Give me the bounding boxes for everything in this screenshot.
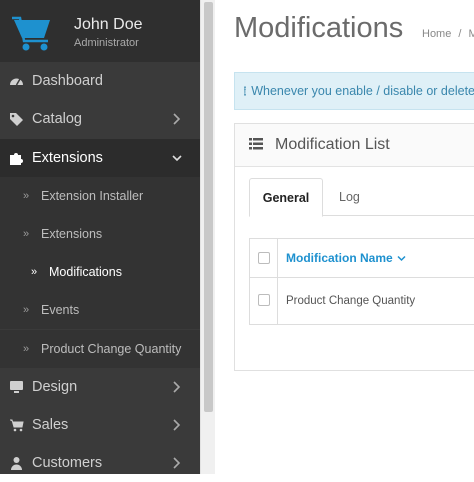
modification-table: Modification Name Product Change Quantit… [249, 238, 474, 325]
sidebar: John Doe Administrator Dashboard Catalog… [0, 0, 200, 474]
sidebar-item-extensions[interactable]: Extensions [0, 139, 200, 177]
sidebar-subitem-label: Extensions [41, 227, 103, 241]
sidebar-subitem-label: Modifications [49, 265, 122, 279]
sidebar-item-label: Extensions [32, 150, 103, 166]
sidebar-subitem-label: Product Change Quantity [41, 342, 182, 356]
sidebar-subitem-label: Extension Installer [41, 189, 144, 203]
double-chevron-icon: » [23, 343, 30, 355]
alert-text: Whenever you enable / disable or delete … [251, 84, 474, 98]
user-name: John Doe [74, 16, 143, 33]
puzzle-icon [8, 150, 24, 166]
row-checkbox[interactable] [258, 294, 270, 306]
double-chevron-icon: » [23, 228, 30, 240]
select-all-checkbox[interactable] [258, 252, 270, 264]
modification-list-panel: Modification List General Log Modificati… [234, 123, 474, 371]
sidebar-scrollbar[interactable] [200, 0, 216, 474]
sidebar-subitem-label: Events [41, 303, 80, 317]
scrollbar-thumb[interactable] [204, 2, 213, 412]
sidebar-item-dashboard[interactable]: Dashboard [0, 62, 200, 100]
chevron-right-icon [173, 457, 181, 469]
tab-bar: General Log [249, 178, 474, 217]
row-divider [250, 277, 474, 278]
sidebar-item-label: Design [32, 379, 78, 395]
tab-log[interactable]: Log [339, 178, 360, 215]
shopping-cart-icon [8, 417, 24, 433]
table-row-name: Product Change Quantity [286, 295, 416, 307]
desktop-icon [8, 379, 24, 395]
sidebar-subitem-product-change-quantity[interactable]: » Product Change Quantity [0, 330, 200, 368]
sidebar-item-label: Catalog [32, 111, 82, 127]
breadcrumb-current-link[interactable]: M [469, 28, 474, 40]
double-chevron-icon: » [23, 190, 30, 202]
sort-caret-down-icon [397, 255, 406, 261]
sidebar-item-label: Dashboard [32, 73, 103, 89]
chevron-right-icon [173, 113, 181, 125]
chevron-right-icon [173, 381, 181, 393]
sidebar-subitem-events[interactable]: » Events [0, 291, 200, 329]
column-divider [277, 239, 278, 324]
sidebar-item-label: Customers [32, 455, 103, 471]
breadcrumb-separator: / [458, 28, 462, 40]
column-header-label: Modification Name [286, 251, 393, 265]
sidebar-subitem-extension-installer[interactable]: » Extension Installer [0, 177, 200, 215]
panel-heading: Modification List [235, 124, 474, 167]
chevron-down-icon [172, 155, 182, 162]
sidebar-item-customers[interactable]: Customers [0, 444, 200, 482]
breadcrumb: Home / M [422, 28, 474, 40]
info-circle-icon: i [244, 86, 247, 96]
breadcrumb-home-link[interactable]: Home [422, 28, 451, 40]
panel-title: Modification List [275, 136, 390, 153]
sidebar-item-label: Sales [32, 417, 69, 433]
sidebar-subitem-extensions[interactable]: » Extensions [0, 215, 200, 253]
user-profile[interactable]: John Doe Administrator [0, 0, 200, 62]
chevron-right-icon [173, 419, 181, 431]
list-icon [249, 138, 263, 150]
opencart-logo-icon [12, 16, 50, 51]
sidebar-item-catalog[interactable]: Catalog [0, 100, 200, 138]
sidebar-item-sales[interactable]: Sales [0, 406, 200, 444]
tab-general[interactable]: General [249, 178, 323, 217]
double-chevron-icon: » [31, 266, 38, 278]
dashboard-icon [8, 73, 24, 89]
info-alert: i Whenever you enable / disable or delet… [234, 72, 474, 110]
sidebar-subitem-modifications[interactable]: » Modifications [0, 253, 200, 291]
tag-icon [8, 111, 24, 127]
column-header-modification-name[interactable]: Modification Name [286, 251, 406, 265]
double-chevron-icon: » [23, 304, 30, 316]
user-icon [8, 455, 24, 471]
sidebar-item-design[interactable]: Design [0, 368, 200, 406]
main-content: Modifications Home / M i Whenever you en… [215, 0, 474, 474]
user-role: Administrator [74, 37, 139, 49]
page-title: Modifications [234, 12, 404, 44]
